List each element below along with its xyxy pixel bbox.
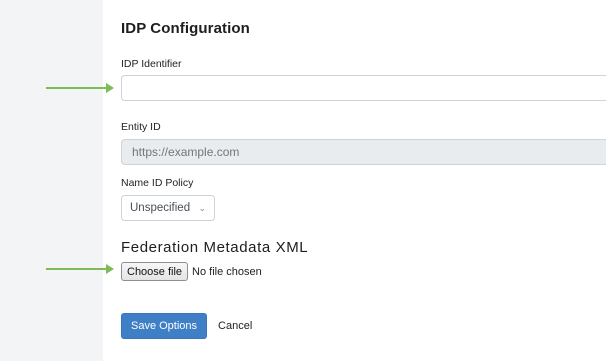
metadata-heading: Federation Metadata XML bbox=[121, 239, 309, 256]
chevron-down-icon: ⌄ bbox=[198, 202, 206, 213]
save-options-button[interactable]: Save Options bbox=[121, 313, 208, 339]
arrow-right-icon bbox=[46, 83, 114, 93]
screen: IDP Configuration IDP Identifier Entity … bbox=[0, 0, 606, 361]
cancel-link[interactable]: Cancel bbox=[218, 320, 252, 332]
choose-file-button[interactable]: Choose file bbox=[121, 262, 189, 281]
idp-config-form: IDP Configuration IDP Identifier Entity … bbox=[103, 0, 606, 361]
idp-identifier-input[interactable] bbox=[121, 75, 606, 101]
name-id-policy-label: Name ID Policy bbox=[121, 177, 194, 189]
entity-id-input[interactable] bbox=[121, 139, 606, 165]
idp-identifier-label: IDP Identifier bbox=[121, 58, 182, 70]
file-status-text: No file chosen bbox=[192, 265, 262, 278]
metadata-file-input[interactable]: Choose file No file chosen bbox=[121, 262, 262, 281]
left-gutter bbox=[0, 0, 103, 361]
arrow-right-icon bbox=[46, 264, 114, 274]
page-title: IDP Configuration bbox=[121, 20, 250, 37]
name-id-policy-value: Unspecified bbox=[130, 202, 191, 214]
entity-id-label: Entity ID bbox=[121, 121, 161, 133]
form-actions: Save Options Cancel bbox=[121, 313, 252, 339]
name-id-policy-select[interactable]: Unspecified ⌄ bbox=[121, 195, 215, 221]
